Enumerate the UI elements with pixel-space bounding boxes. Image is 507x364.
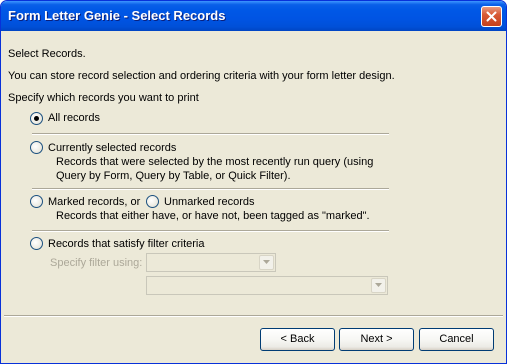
chevron-down-icon: [375, 283, 382, 287]
footer-divider: [4, 315, 503, 317]
all-records-radio[interactable]: [30, 112, 43, 125]
unmarked-records-label[interactable]: Unmarked records: [164, 196, 254, 208]
chevron-down-icon: [263, 260, 270, 264]
dialog-body: Select Records. You can store record sel…: [4, 31, 503, 362]
close-icon: [486, 11, 497, 22]
window-title: Form Letter Genie - Select Records: [8, 8, 226, 23]
currently-selected-radio[interactable]: [30, 141, 43, 154]
filter-criteria-label[interactable]: Records that satisfy filter criteria: [48, 238, 205, 250]
records-prompt: Specify which records you want to print: [8, 92, 199, 104]
currently-selected-desc-2: Query by Form, Query by Table, or Quick …: [56, 170, 291, 182]
filter-type-dropdown-button[interactable]: [259, 255, 274, 270]
filter-criteria-radio[interactable]: [30, 237, 43, 250]
page-description: You can store record selection and order…: [8, 70, 395, 82]
close-button[interactable]: [481, 6, 502, 27]
page-heading: Select Records.: [8, 48, 86, 60]
marked-records-radio[interactable]: [30, 195, 43, 208]
filter-value-dropdown[interactable]: [146, 276, 388, 295]
unmarked-records-radio[interactable]: [146, 195, 159, 208]
currently-selected-desc-1: Records that were selected by the most r…: [56, 156, 374, 168]
divider: [32, 230, 389, 232]
currently-selected-label[interactable]: Currently selected records: [48, 142, 176, 154]
title-bar[interactable]: Form Letter Genie - Select Records: [1, 1, 506, 31]
dialog-window: Form Letter Genie - Select Records Selec…: [0, 0, 507, 364]
filter-type-dropdown[interactable]: [146, 253, 276, 272]
marked-records-desc: Records that either have, or have not, b…: [56, 210, 370, 222]
specify-filter-label: Specify filter using:: [50, 257, 143, 269]
filter-value-dropdown-button[interactable]: [371, 278, 386, 293]
next-button[interactable]: Next >: [339, 328, 414, 351]
marked-records-label[interactable]: Marked records, or: [48, 196, 140, 208]
divider: [32, 133, 389, 135]
all-records-label[interactable]: All records: [48, 112, 100, 124]
divider: [32, 188, 389, 190]
cancel-button[interactable]: Cancel: [419, 328, 494, 351]
back-button[interactable]: < Back: [260, 328, 335, 351]
